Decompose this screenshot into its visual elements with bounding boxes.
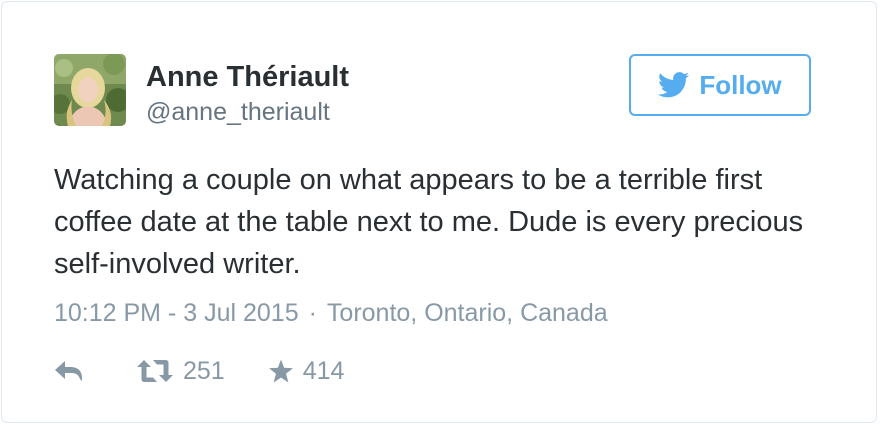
reply-icon — [55, 361, 83, 381]
user-avatar[interactable] — [54, 54, 126, 126]
display-name[interactable]: Anne Thériault — [146, 60, 349, 94]
retweet-count: 251 — [183, 357, 225, 385]
retweet-button[interactable]: 251 — [136, 356, 225, 386]
retweet-icon — [137, 360, 173, 382]
follow-button[interactable]: Follow — [629, 54, 811, 116]
avatar-image — [54, 54, 126, 126]
reply-button[interactable] — [54, 360, 84, 382]
follow-label: Follow — [699, 70, 782, 100]
tweet-text: Watching a couple on what appears to be … — [54, 164, 804, 280]
twitter-bird-icon — [658, 72, 690, 98]
favorite-count: 414 — [302, 357, 345, 385]
tweet-meta: 10:12 PM - 3 Jul 2015 · Toronto, Ontario, … — [54, 298, 608, 328]
meta-separator: · — [308, 299, 317, 327]
favorite-button[interactable]: 414 — [268, 356, 345, 386]
tweet-card: Anne Thériault @anne_theriault Follow Wa… — [1, 1, 877, 423]
tweet-timestamp[interactable]: 10:12 PM - 3 Jul 2015 — [54, 299, 299, 327]
tweet-location[interactable]: Toronto, Ontario, Canada — [327, 299, 608, 327]
star-icon — [268, 359, 293, 382]
tweet-actions: 251 414 — [54, 354, 344, 388]
user-handle[interactable]: @anne_theriault — [146, 97, 330, 127]
